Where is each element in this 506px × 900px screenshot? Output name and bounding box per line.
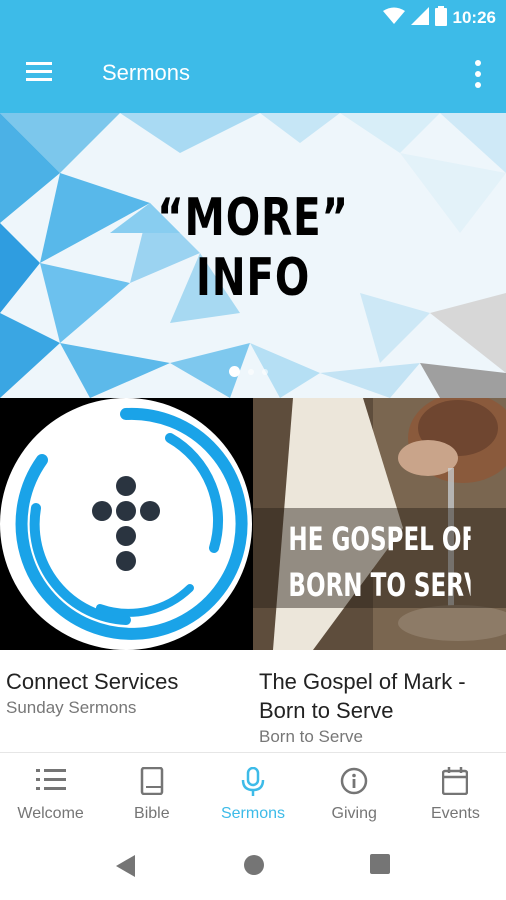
app-bar: Sermons bbox=[0, 36, 506, 113]
carousel-indicator bbox=[229, 366, 268, 377]
status-bar: 10:26 bbox=[0, 0, 506, 36]
nav-label: Giving bbox=[331, 805, 377, 822]
banner-headline: “MORE” INFO bbox=[56, 188, 451, 308]
page-title: Sermons bbox=[102, 60, 191, 85]
wifi-icon bbox=[382, 7, 405, 30]
nav-label: Events bbox=[430, 805, 480, 822]
system-navigation-bar bbox=[0, 832, 506, 900]
banner-carousel[interactable]: “MORE” INFO bbox=[0, 113, 506, 398]
back-icon[interactable] bbox=[115, 854, 137, 883]
carousel-dot[interactable] bbox=[262, 368, 268, 375]
microphone-icon bbox=[241, 766, 265, 802]
banner-line-2: INFO bbox=[195, 248, 311, 308]
nav-item-sermons[interactable]: Sermons bbox=[202, 753, 303, 833]
battery-icon bbox=[434, 5, 447, 31]
info-icon bbox=[340, 767, 368, 800]
carousel-dot[interactable] bbox=[248, 368, 254, 375]
hamburger-menu-icon[interactable] bbox=[26, 62, 52, 82]
list-icon bbox=[35, 767, 66, 798]
more-options-icon[interactable] bbox=[472, 60, 484, 88]
signal-icon bbox=[410, 6, 429, 30]
card-image-caption-line-2: BORN TO SERVE bbox=[288, 566, 470, 604]
card-image-caption: HE GOSPEL OF MAR BORN TO SERVE bbox=[288, 516, 470, 608]
banner-line-1: “MORE” bbox=[157, 188, 349, 248]
card-image-caption-line-1: HE GOSPEL OF MAR bbox=[288, 520, 470, 558]
recents-icon[interactable] bbox=[370, 854, 390, 879]
clock: 10:26 bbox=[452, 8, 496, 27]
nav-label: Sermons bbox=[220, 805, 286, 822]
carousel-dot-active[interactable] bbox=[229, 366, 240, 377]
calendar-icon bbox=[442, 767, 469, 800]
connect-cross-logo bbox=[0, 398, 252, 650]
nav-label: Bible bbox=[134, 805, 170, 822]
nav-label: Welcome bbox=[17, 805, 84, 822]
card-image-gospel-of-mark: HE GOSPEL OF MAR BORN TO SERVE bbox=[253, 398, 506, 650]
bottom-navigation: Welcome Bible Sermons Giving Events bbox=[0, 752, 506, 833]
card-title: The Gospel of Mark - Born to Serve bbox=[259, 669, 466, 723]
status-icons: 10:26 bbox=[382, 5, 496, 31]
nav-item-welcome[interactable]: Welcome bbox=[0, 753, 101, 833]
sermon-card-gospel-of-mark[interactable]: HE GOSPEL OF MAR BORN TO SERVE The Gospe… bbox=[253, 398, 506, 747]
card-subtitle: Born to Serve bbox=[259, 727, 363, 746]
card-subtitle: Sunday Sermons bbox=[6, 698, 137, 717]
card-title: Connect Services bbox=[6, 669, 179, 694]
card-image-connect-logo bbox=[0, 398, 253, 650]
nav-item-bible[interactable]: Bible bbox=[101, 753, 202, 833]
nav-item-events[interactable]: Events bbox=[405, 753, 506, 833]
book-icon bbox=[140, 766, 164, 800]
nav-item-giving[interactable]: Giving bbox=[304, 753, 405, 833]
home-icon[interactable] bbox=[243, 854, 265, 881]
sermon-card-connect-services[interactable]: Connect Services Sunday Sermons bbox=[0, 398, 253, 718]
